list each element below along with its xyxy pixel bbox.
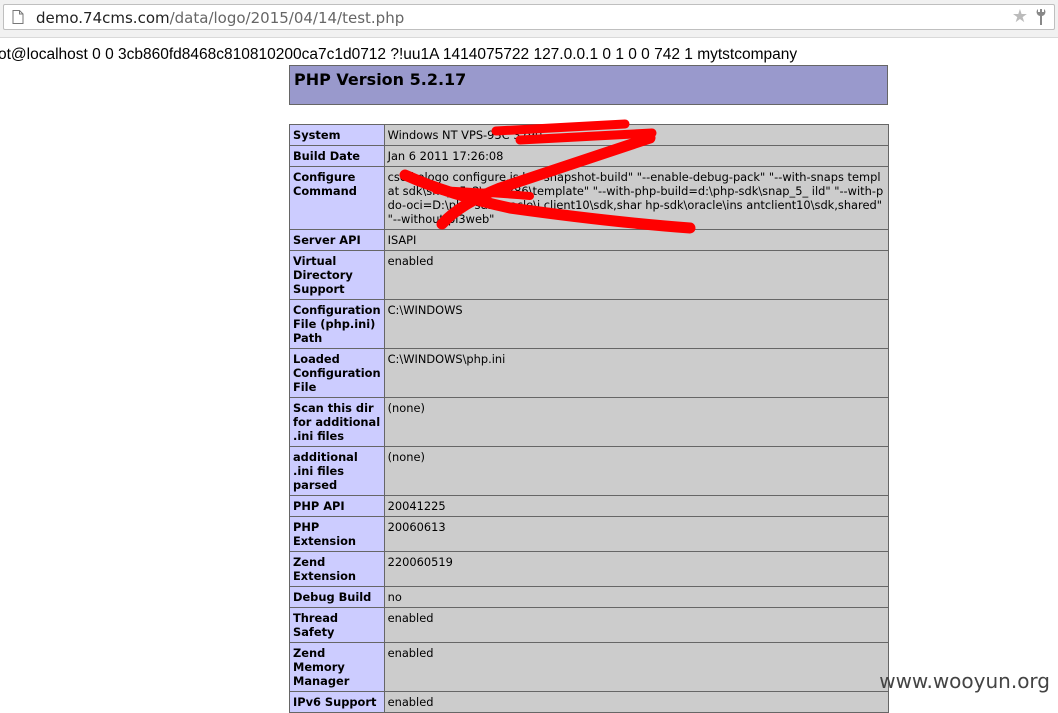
browser-toolbar: demo.74cms.com/data/logo/2015/04/14/test… — [0, 0, 1058, 38]
row-label: Zend Memory Manager — [289, 642, 385, 692]
url-path: /data/logo/2015/04/14/test.php — [169, 9, 405, 27]
row-label: Loaded Configuration File — [289, 348, 385, 398]
phpinfo-row: Configure Command cscri ologo configure.j… — [289, 166, 890, 230]
phpinfo-header: PHP Version 5.2.17 — [289, 65, 888, 105]
row-value: enabled — [383, 607, 890, 643]
phpinfo-row: Zend Extension 220060519 — [289, 551, 890, 587]
row-label: additional .ini files parsed — [289, 446, 385, 496]
row-value: Windows NT VPS-93C 3790 — [383, 124, 890, 146]
row-value: C:\WINDOWS — [383, 299, 890, 349]
phpinfo-row: Build Date Jan 6 2011 17:26:08 — [289, 145, 890, 167]
php-version-title: PHP Version 5.2.17 — [294, 70, 467, 89]
row-label: Zend Extension — [289, 551, 385, 587]
row-value: 20041225 — [383, 495, 890, 517]
phpinfo-row: Zend Memory Manager enabled — [289, 642, 890, 692]
row-value: cscri ologo configure.js ble-snapshot-bu… — [383, 166, 890, 230]
row-label: Configuration File (php.ini) Path — [289, 299, 385, 349]
url-text[interactable]: demo.74cms.com/data/logo/2015/04/14/test… — [36, 9, 404, 27]
leaked-data-line: ot@localhost 0 0 3cb860fd8468c810810200c… — [0, 46, 798, 63]
row-value: enabled — [383, 691, 890, 713]
row-label: System — [289, 124, 385, 146]
row-value: (none) — [383, 446, 890, 496]
row-value: enabled — [383, 642, 890, 692]
row-value: enabled — [383, 250, 890, 300]
phpinfo-row: PHP Extension 20060613 — [289, 516, 890, 552]
phpinfo-row: IPv6 Support enabled — [289, 691, 890, 713]
watermark: www.wooyun.org — [879, 669, 1050, 693]
row-label: PHP Extension — [289, 516, 385, 552]
row-label: Thread Safety — [289, 607, 385, 643]
row-label: Build Date — [289, 145, 385, 167]
row-value: 220060519 — [383, 551, 890, 587]
row-label: Scan this dir for additional .ini files — [289, 397, 385, 447]
phpinfo-row: Configuration File (php.ini) Path C:\WIND… — [289, 299, 890, 349]
phpinfo-row: Server API ISAPI — [289, 229, 890, 251]
wrench-icon[interactable] — [1032, 7, 1050, 27]
phpinfo-row: System Windows NT VPS-93C 3790 — [289, 124, 890, 146]
page-icon — [12, 10, 24, 24]
row-value: (none) — [383, 397, 890, 447]
row-label: Server API — [289, 229, 385, 251]
phpinfo-row: Thread Safety enabled — [289, 607, 890, 643]
phpinfo-row: Loaded Configuration File C:\WINDOWS\php.… — [289, 348, 890, 398]
address-bar[interactable]: demo.74cms.com/data/logo/2015/04/14/test… — [3, 4, 1055, 30]
phpinfo-row: additional .ini files parsed (none) — [289, 446, 890, 496]
phpinfo-row: Debug Build no — [289, 586, 890, 608]
url-host: demo.74cms.com — [36, 9, 170, 27]
row-label: Debug Build — [289, 586, 385, 608]
star-icon[interactable]: ★ — [1012, 6, 1028, 28]
phpinfo-table: System Windows NT VPS-93C 3790 Build Date J… — [289, 124, 890, 713]
row-label: Virtual Directory Support — [289, 250, 385, 300]
row-label: PHP API — [289, 495, 385, 517]
row-value: C:\WINDOWS\php.ini — [383, 348, 890, 398]
phpinfo-row: Virtual Directory Support enabled — [289, 250, 890, 300]
row-value: 20060613 — [383, 516, 890, 552]
row-value: no — [383, 586, 890, 608]
phpinfo-row: Scan this dir for additional .ini files(… — [289, 397, 890, 447]
phpinfo-row: PHP API 20041225 — [289, 495, 890, 517]
row-value: ISAPI — [383, 229, 890, 251]
row-value: Jan 6 2011 17:26:08 — [383, 145, 890, 167]
row-label: Configure Command — [289, 166, 385, 230]
row-label: IPv6 Support — [289, 691, 385, 713]
